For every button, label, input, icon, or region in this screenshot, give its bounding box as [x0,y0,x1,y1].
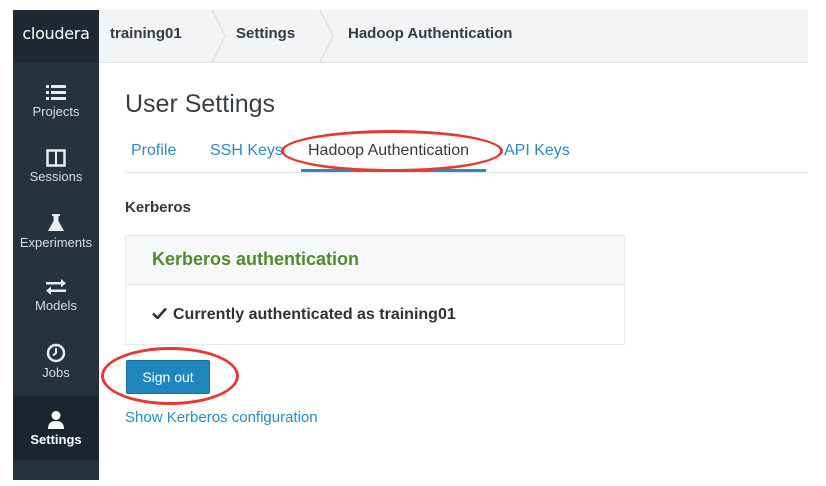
settings-tabs: Profile SSH Keys Hadoop Authentication A… [125,136,808,173]
active-tab-indicator [301,169,486,172]
list-icon [46,85,66,100]
sidebar-item-label: Experiments [19,235,93,250]
show-kerberos-config-link[interactable]: Show Kerberos configuration [125,409,318,426]
sidebar-item-label: Settings [30,432,82,447]
auth-status: Currently authenticated as training01 [152,306,456,324]
sidebar-item-label: Jobs [42,365,70,380]
kerberos-panel: Kerberos authentication Currently authen… [125,235,625,345]
section-heading: Kerberos [125,199,191,216]
panel-header: Kerberos authentication [126,236,624,285]
breadcrumb-settings[interactable]: Settings [236,10,295,62]
tab-hadoop-authentication[interactable]: Hadoop Authentication [308,142,469,160]
breadcrumb-separator-icon [211,10,226,62]
clock-icon [46,343,66,363]
breadcrumb-separator-icon [319,10,334,62]
flask-icon [48,214,64,231]
breadcrumb-project[interactable]: training01 [110,10,182,62]
auth-status-text: Currently authenticated as training01 [173,306,456,323]
tab-profile[interactable]: Profile [131,142,176,160]
check-icon [152,307,167,319]
sidebar-item-experiments[interactable]: Experiments [13,213,99,275]
sidebar-item-sessions[interactable]: Sessions [13,149,99,211]
panel-title: Kerberos authentication [152,249,360,269]
breadcrumb: training01 Settings Hadoop Authenticatio… [99,10,808,63]
sidebar-item-label: Sessions [29,169,83,184]
sidebar-item-settings[interactable]: Settings [13,396,99,460]
tab-ssh-keys[interactable]: SSH Keys [210,142,283,160]
user-icon [48,411,64,429]
arrows-icon [46,279,66,295]
tab-api-keys[interactable]: API Keys [504,142,570,160]
sidebar: cloudera Projects Sessions Experiments M… [13,10,99,480]
sidebar-item-projects[interactable]: Projects [13,84,99,146]
brand-logo[interactable]: cloudera [13,10,99,62]
page-title: User Settings [125,90,276,118]
sidebar-item-models[interactable]: Models [13,278,99,340]
columns-icon [46,149,66,167]
sign-out-button[interactable]: Sign out [126,360,210,394]
sidebar-item-label: Models [35,298,77,313]
sidebar-item-label: Projects [32,104,80,119]
breadcrumb-current: Hadoop Authentication [348,25,513,42]
